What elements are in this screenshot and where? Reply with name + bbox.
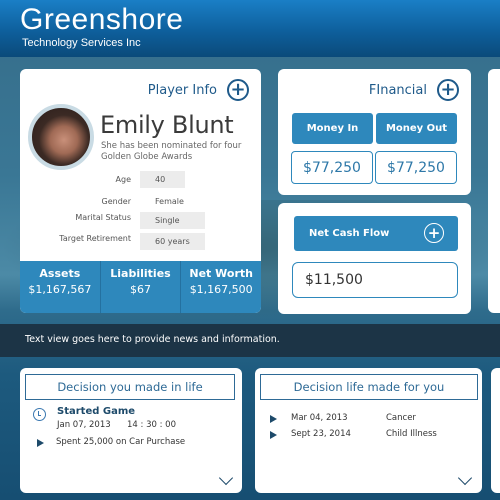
decisions-life-title: Decision life made for you <box>260 374 478 400</box>
net-cash-flow-card: Net Cash Flow + $11,500 <box>278 203 471 314</box>
life-event-date: Mar 04, 2013 <box>291 413 348 423</box>
financial-title: FInancial <box>368 82 427 98</box>
financial-card: FInancial + Money In Money Out $77,250 $… <box>278 69 471 195</box>
stat-label: Assets <box>39 267 81 280</box>
play-icon <box>37 439 44 447</box>
attribute-row-age: Age 40 <box>20 171 261 189</box>
stat-net-worth: Net Worth $1,167,500 <box>181 261 261 313</box>
player-info-title: Player Info <box>147 82 217 98</box>
chevron-down-icon[interactable] <box>457 470 473 486</box>
life-event-name: Child Illness <box>386 429 437 439</box>
decisions-life-card: Decision life made for you Mar 04, 2013 … <box>255 368 482 493</box>
marital-status-field[interactable]: Single <box>140 212 205 229</box>
play-icon <box>270 431 277 439</box>
net-cash-flow-label: Net Cash Flow <box>309 228 390 239</box>
app-header: Greenshore Technology Services Inc <box>0 0 500 57</box>
stats-bar: Assets $1,167,567 Liabilities $67 Net Wo… <box>20 261 261 313</box>
money-out-button[interactable]: Money Out <box>376 113 457 144</box>
attribute-row-target-retirement: Target Retirement 60 years <box>20 233 261 251</box>
chevron-down-icon[interactable] <box>218 470 234 486</box>
stat-label: Liabilities <box>110 267 171 280</box>
add-net-cash-flow-icon[interactable]: + <box>424 223 444 243</box>
net-cash-flow-button[interactable]: Net Cash Flow + <box>294 216 458 251</box>
financial-header: FInancial + <box>369 79 459 101</box>
event-title: Started Game <box>57 406 136 417</box>
stat-value: $67 <box>130 283 151 296</box>
clock-icon <box>33 408 46 421</box>
event-time: 14 : 30 : 00 <box>127 420 176 430</box>
avatar <box>28 104 94 170</box>
attribute-row-gender: Gender Female <box>20 193 261 211</box>
attribute-row-marital-status: Marital Status Single <box>20 212 261 230</box>
brand-subtitle: Technology Services Inc <box>22 37 141 49</box>
player-name: Emily Blunt <box>100 111 234 139</box>
play-icon <box>270 415 277 423</box>
attribute-label: Target Retirement <box>59 234 131 243</box>
stat-liabilities: Liabilities $67 <box>101 261 182 313</box>
decision-item: Spent 25,000 on Car Purchase <box>56 437 186 447</box>
stat-value: $1,167,500 <box>189 283 253 296</box>
event-date: Jan 07, 2013 <box>57 420 111 430</box>
player-info-card: Player Info + Emily Blunt She has been n… <box>20 69 261 313</box>
add-financial-button[interactable]: + <box>437 79 459 101</box>
decisions-made-title: Decision you made in life <box>25 374 235 400</box>
money-out-value: $77,250 <box>375 151 457 184</box>
stat-value: $1,167,567 <box>28 283 92 296</box>
life-event-date: Sept 23, 2014 <box>291 429 351 439</box>
attribute-label: Gender <box>101 197 131 206</box>
age-field[interactable]: 40 <box>140 171 185 188</box>
news-bar: Text view goes here to provide news and … <box>0 324 500 357</box>
add-player-info-button[interactable]: + <box>227 79 249 101</box>
player-bio: She has been nominated for four Golden G… <box>101 141 242 162</box>
partial-card-right <box>488 69 500 313</box>
stat-assets: Assets $1,167,567 <box>20 261 101 313</box>
brand-title: Greenshore <box>20 3 184 36</box>
life-event-name: Cancer <box>386 413 416 423</box>
attribute-label: Age <box>115 175 131 184</box>
target-retirement-field[interactable]: 60 years <box>140 233 205 250</box>
gender-field[interactable]: Female <box>140 193 184 210</box>
money-in-value: $77,250 <box>291 151 373 184</box>
partial-card-right-bottom <box>491 368 500 493</box>
attribute-label: Marital Status <box>75 213 131 222</box>
money-in-button[interactable]: Money In <box>292 113 373 144</box>
stat-label: Net Worth <box>189 267 253 280</box>
player-info-header: Player Info + <box>148 79 249 101</box>
decisions-made-card: Decision you made in life Started Game J… <box>20 368 242 493</box>
net-cash-flow-value: $11,500 <box>292 262 458 298</box>
